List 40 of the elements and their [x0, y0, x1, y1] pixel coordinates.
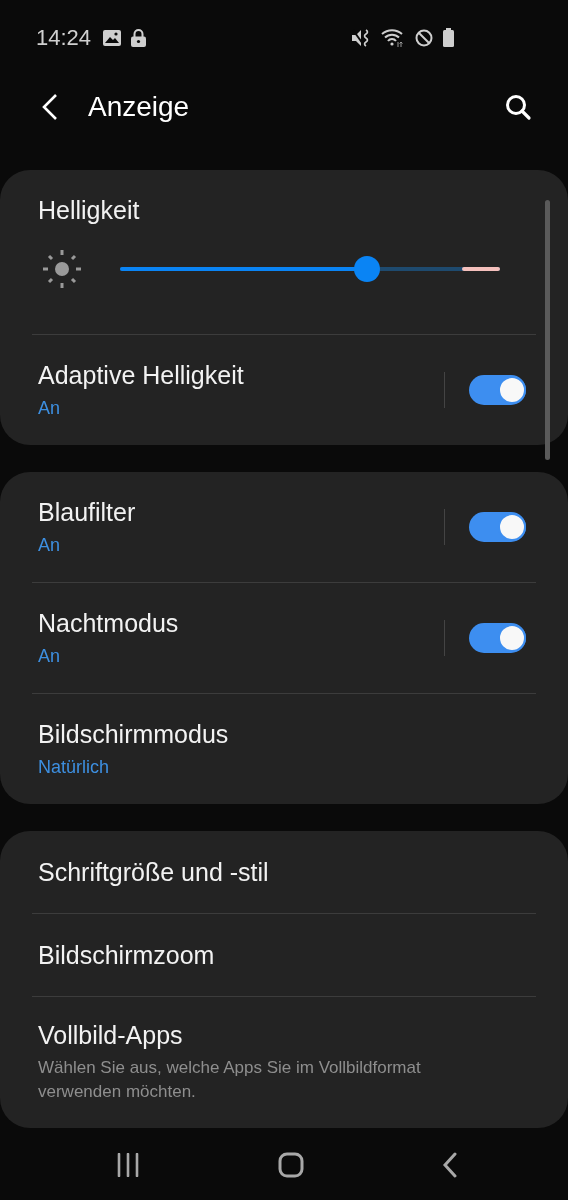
back-icon[interactable] — [442, 1152, 458, 1178]
toggle-switch[interactable] — [469, 623, 526, 653]
setting-title: Nachtmodus — [38, 609, 180, 638]
slider-thumb[interactable] — [354, 256, 380, 282]
home-icon[interactable] — [278, 1152, 304, 1178]
settings-row[interactable]: Bildschirmmodus Natürlich — [0, 694, 568, 804]
setting-description: Wählen Sie aus, welche Apps Sie im Vollbildformat verwenden möchten. — [38, 1057, 422, 1103]
image-icon — [103, 29, 122, 46]
settings-row[interactable]: Bildschirmzoom — [0, 914, 568, 996]
sun-icon — [40, 247, 84, 291]
lock-icon — [131, 28, 147, 47]
settings-row[interactable]: Adaptive Helligkeit An — [0, 335, 568, 445]
brightness-slider[interactable] — [120, 256, 500, 282]
settings-row[interactable]: Blaufilter An — [0, 472, 568, 582]
setting-title: Bildschirmzoom — [38, 940, 216, 970]
setting-value: Natürlich — [38, 757, 111, 778]
battery-icon — [443, 28, 454, 47]
toggle-switch[interactable] — [469, 375, 526, 405]
settings-row[interactable]: Vollbild-Apps Wählen Sie aus, welche Apps Sie im Vollbildformat verwenden möchten. — [0, 997, 568, 1128]
settings-row[interactable]: Nachtmodus An — [0, 583, 568, 693]
setting-title: Helligkeit — [38, 196, 141, 225]
status-time: 14:24 — [36, 24, 92, 51]
recent-apps-icon[interactable] — [116, 1153, 140, 1177]
back-button[interactable] — [40, 93, 60, 121]
settings-row[interactable]: Schriftgröße und -stil — [0, 831, 568, 913]
setting-title: Bildschirmmodus — [38, 720, 230, 749]
toggle-switch[interactable] — [469, 512, 526, 542]
setting-status: An — [38, 535, 62, 556]
setting-status: An — [38, 398, 62, 419]
mute-vibrate-icon — [351, 28, 371, 47]
setting-title: Vollbild-Apps — [38, 1021, 184, 1051]
do-not-disturb-icon — [415, 28, 433, 47]
high-brightness-marker — [462, 267, 500, 271]
setting-status: An — [38, 646, 62, 667]
setting-title: Schriftgröße und -stil — [38, 857, 270, 887]
setting-title: Blaufilter — [38, 498, 137, 527]
search-icon[interactable] — [504, 93, 532, 121]
page-title: Anzeige — [88, 91, 190, 123]
wifi-icon — [381, 27, 405, 48]
setting-title: Adaptive Helligkeit — [38, 361, 245, 390]
